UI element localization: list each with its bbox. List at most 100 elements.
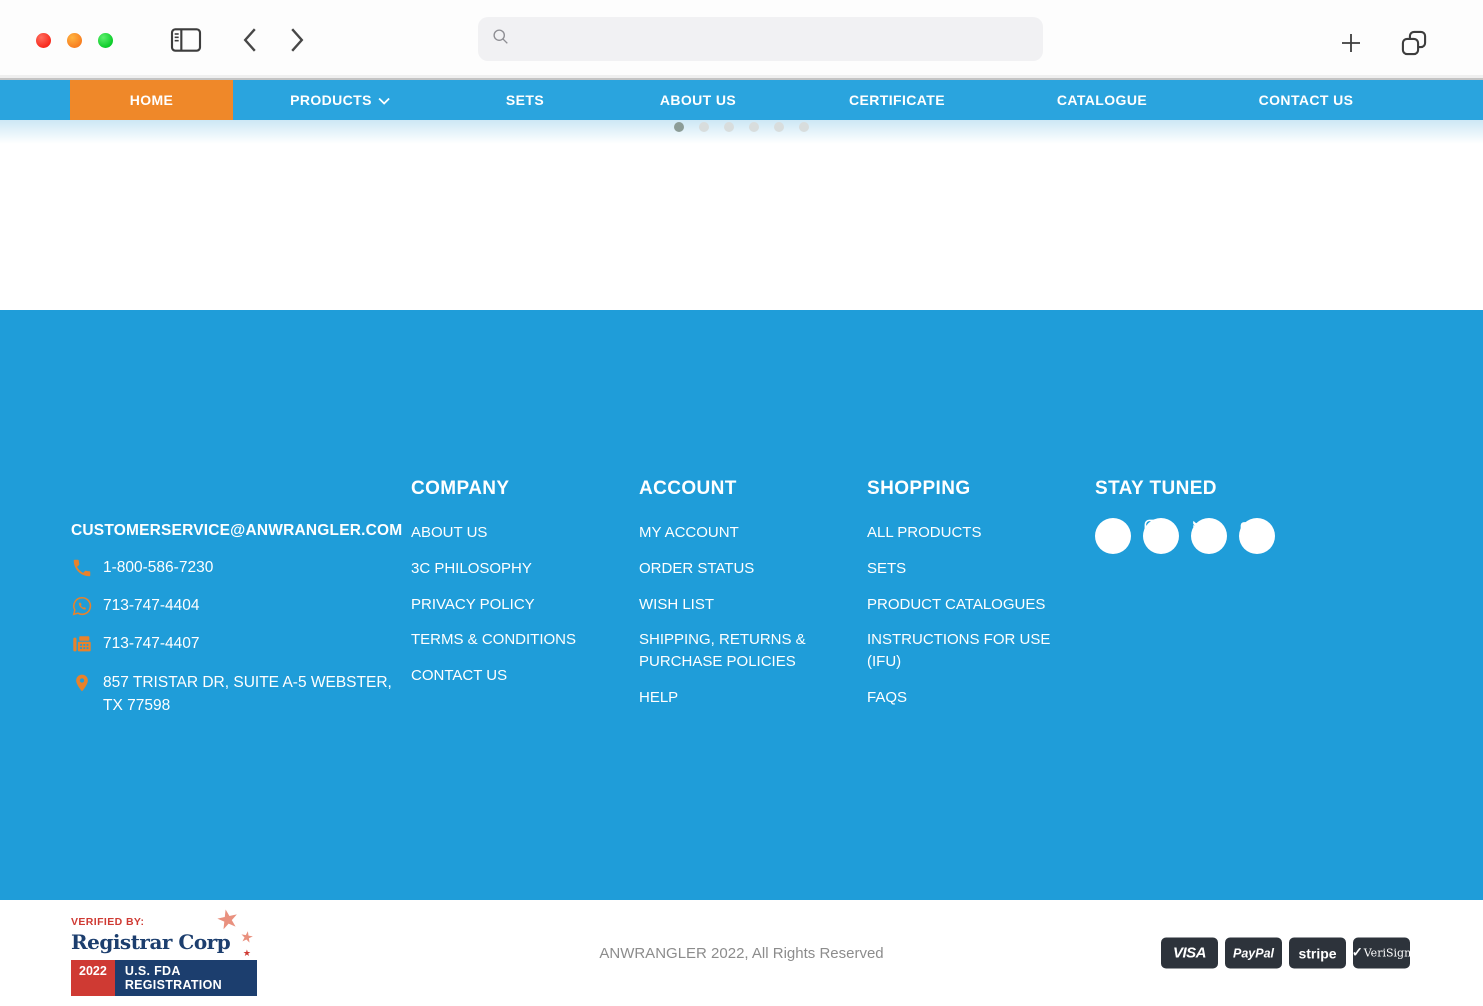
back-button[interactable]: [236, 28, 264, 54]
fax-icon: [71, 633, 93, 655]
footer-link-contact-us[interactable]: CONTACT US: [411, 665, 601, 687]
nav-item-sets[interactable]: SETS: [506, 80, 544, 120]
payment-methods: VISA PayPal stripe VeriSign: [1161, 938, 1410, 969]
youtube-icon: [1239, 525, 1259, 542]
column-title-account: ACCOUNT: [639, 478, 854, 500]
fda-registration-row: 2022 U.S. FDA REGISTRATION: [71, 960, 257, 996]
nav-label: ABOUT US: [660, 92, 736, 108]
visa-badge: VISA: [1161, 938, 1218, 969]
star-icon: ★: [213, 904, 241, 934]
column-title-shopping: SHOPPING: [867, 478, 1082, 500]
footer-link-3c-philosophy[interactable]: 3C PHILOSOPHY: [411, 558, 601, 580]
search-input[interactable]: [517, 31, 1029, 48]
tab-overview-button[interactable]: [1396, 28, 1432, 60]
nav-label: HOME: [130, 92, 174, 108]
social-links: [1095, 518, 1355, 568]
contact-phone-link[interactable]: 1-800-586-7230: [71, 557, 401, 579]
carousel-dots: [0, 122, 1483, 132]
nav-item-products[interactable]: PRODUCTS: [290, 80, 390, 120]
location-pin-icon: [71, 671, 93, 695]
contact-whatsapp-number: 713-747-4404: [103, 597, 200, 615]
chevron-down-icon: [378, 97, 390, 105]
chevron-right-icon: [289, 28, 305, 55]
footer-link-terms-conditions[interactable]: TERMS & CONDITIONS: [411, 629, 601, 651]
registration-year: 2022: [71, 960, 115, 996]
nav-label: SETS: [506, 92, 544, 108]
nav-label: CONTACT US: [1259, 92, 1354, 108]
minimize-window-button[interactable]: [67, 33, 82, 48]
page-whitespace: [0, 150, 1483, 310]
address-search-bar[interactable]: [478, 17, 1043, 61]
window-controls: [36, 33, 113, 48]
site-footer: CUSTOMERSERVICE@ANWRANGLER.COM 1-800-586…: [0, 310, 1483, 900]
carousel-dot-4[interactable]: [749, 122, 759, 132]
site-navbar: HOME PRODUCTS SETS ABOUT US CERTIFICATE …: [0, 80, 1483, 120]
footer-column-company: COMPANY ABOUT US 3C PHILOSOPHY PRIVACY P…: [411, 478, 626, 701]
footer-link-sets[interactable]: SETS: [867, 558, 1057, 580]
paypal-badge: PayPal: [1225, 938, 1282, 969]
carousel-dot-2[interactable]: [699, 122, 709, 132]
footer-link-order-status[interactable]: ORDER STATUS: [639, 558, 829, 580]
footer-link-all-products[interactable]: ALL PRODUCTS: [867, 522, 1057, 544]
nav-label: PRODUCTS: [290, 92, 372, 108]
instagram-icon: [1143, 524, 1162, 541]
contact-address: 857 TRISTAR DR, SUITE A-5 WEBSTER, TX 77…: [71, 671, 401, 718]
footer-link-wish-list[interactable]: WISH LIST: [639, 594, 829, 616]
nav-label: CATALOGUE: [1057, 92, 1147, 108]
contact-fax-link[interactable]: 713-747-4407: [71, 633, 401, 655]
close-window-button[interactable]: [36, 33, 51, 48]
whatsapp-icon: [71, 595, 93, 617]
contact-whatsapp-link[interactable]: 713-747-4404: [71, 595, 401, 617]
column-title-company: COMPANY: [411, 478, 626, 500]
phone-icon: [71, 557, 93, 579]
stay-tuned-title: STAY TUNED: [1095, 478, 1355, 500]
nav-item-home[interactable]: HOME: [70, 80, 233, 120]
footer-link-about-us[interactable]: ABOUT US: [411, 522, 601, 544]
nav-item-certificate[interactable]: CERTIFICATE: [849, 80, 945, 120]
plus-icon: [1339, 31, 1363, 58]
carousel-strip: [0, 120, 1483, 150]
new-tab-button[interactable]: [1334, 30, 1368, 58]
footer-stay-tuned: STAY TUNED: [1095, 478, 1355, 568]
bottom-bar: VERIFIED BY: Registrar Corp ★ ★ ★ 2022 U…: [0, 900, 1483, 1006]
youtube-button[interactable]: [1239, 518, 1275, 554]
footer-column-shopping: SHOPPING ALL PRODUCTS SETS PRODUCT CATAL…: [867, 478, 1082, 723]
contact-phone-number: 1-800-586-7230: [103, 559, 213, 577]
nav-item-contact-us[interactable]: CONTACT US: [1259, 80, 1354, 120]
carousel-dot-3[interactable]: [724, 122, 734, 132]
twitter-button[interactable]: [1191, 518, 1227, 554]
tabs-icon: [1400, 29, 1428, 60]
contact-email-link[interactable]: CUSTOMERSERVICE@ANWRANGLER.COM: [71, 522, 401, 540]
fda-registration-label: U.S. FDA REGISTRATION: [115, 960, 257, 996]
verisign-badge: VeriSign: [1353, 938, 1410, 969]
footer-link-product-catalogues[interactable]: PRODUCT CATALOGUES: [867, 594, 1057, 616]
carousel-dot-5[interactable]: [774, 122, 784, 132]
browser-window: HOME PRODUCTS SETS ABOUT US CERTIFICATE …: [0, 0, 1483, 1006]
footer-link-my-account[interactable]: MY ACCOUNT: [639, 522, 829, 544]
carousel-dot-6[interactable]: [799, 122, 809, 132]
carousel-dot-1[interactable]: [674, 122, 684, 132]
instagram-button[interactable]: [1143, 518, 1179, 554]
stripe-badge: stripe: [1289, 938, 1346, 969]
nav-label: CERTIFICATE: [849, 92, 945, 108]
footer-link-help[interactable]: HELP: [639, 687, 829, 709]
sidebar-icon: [170, 27, 202, 56]
footer-link-faqs[interactable]: FAQS: [867, 687, 1057, 709]
search-icon: [492, 28, 509, 50]
nav-item-about-us[interactable]: ABOUT US: [660, 80, 736, 120]
footer-link-shipping-returns[interactable]: SHIPPING, RETURNS & PURCHASE POLICIES: [639, 629, 829, 673]
zoom-window-button[interactable]: [98, 33, 113, 48]
contact-address-text: 857 TRISTAR DR, SUITE A-5 WEBSTER, TX 77…: [103, 671, 393, 718]
facebook-button[interactable]: [1095, 518, 1131, 554]
forward-button[interactable]: [283, 28, 311, 54]
browser-toolbar: [0, 0, 1483, 80]
footer-link-ifu[interactable]: INSTRUCTIONS FOR USE (IFU): [867, 629, 1057, 673]
star-icon: ★: [238, 929, 254, 946]
footer-link-privacy-policy[interactable]: PRIVACY POLICY: [411, 594, 601, 616]
twitter-icon: [1191, 524, 1210, 541]
sidebar-toggle-button[interactable]: [168, 26, 204, 56]
contact-fax-number: 713-747-4407: [103, 635, 200, 653]
footer-column-account: ACCOUNT MY ACCOUNT ORDER STATUS WISH LIS…: [639, 478, 854, 723]
nav-item-catalogue[interactable]: CATALOGUE: [1057, 80, 1147, 120]
facebook-icon: [1095, 523, 1113, 540]
